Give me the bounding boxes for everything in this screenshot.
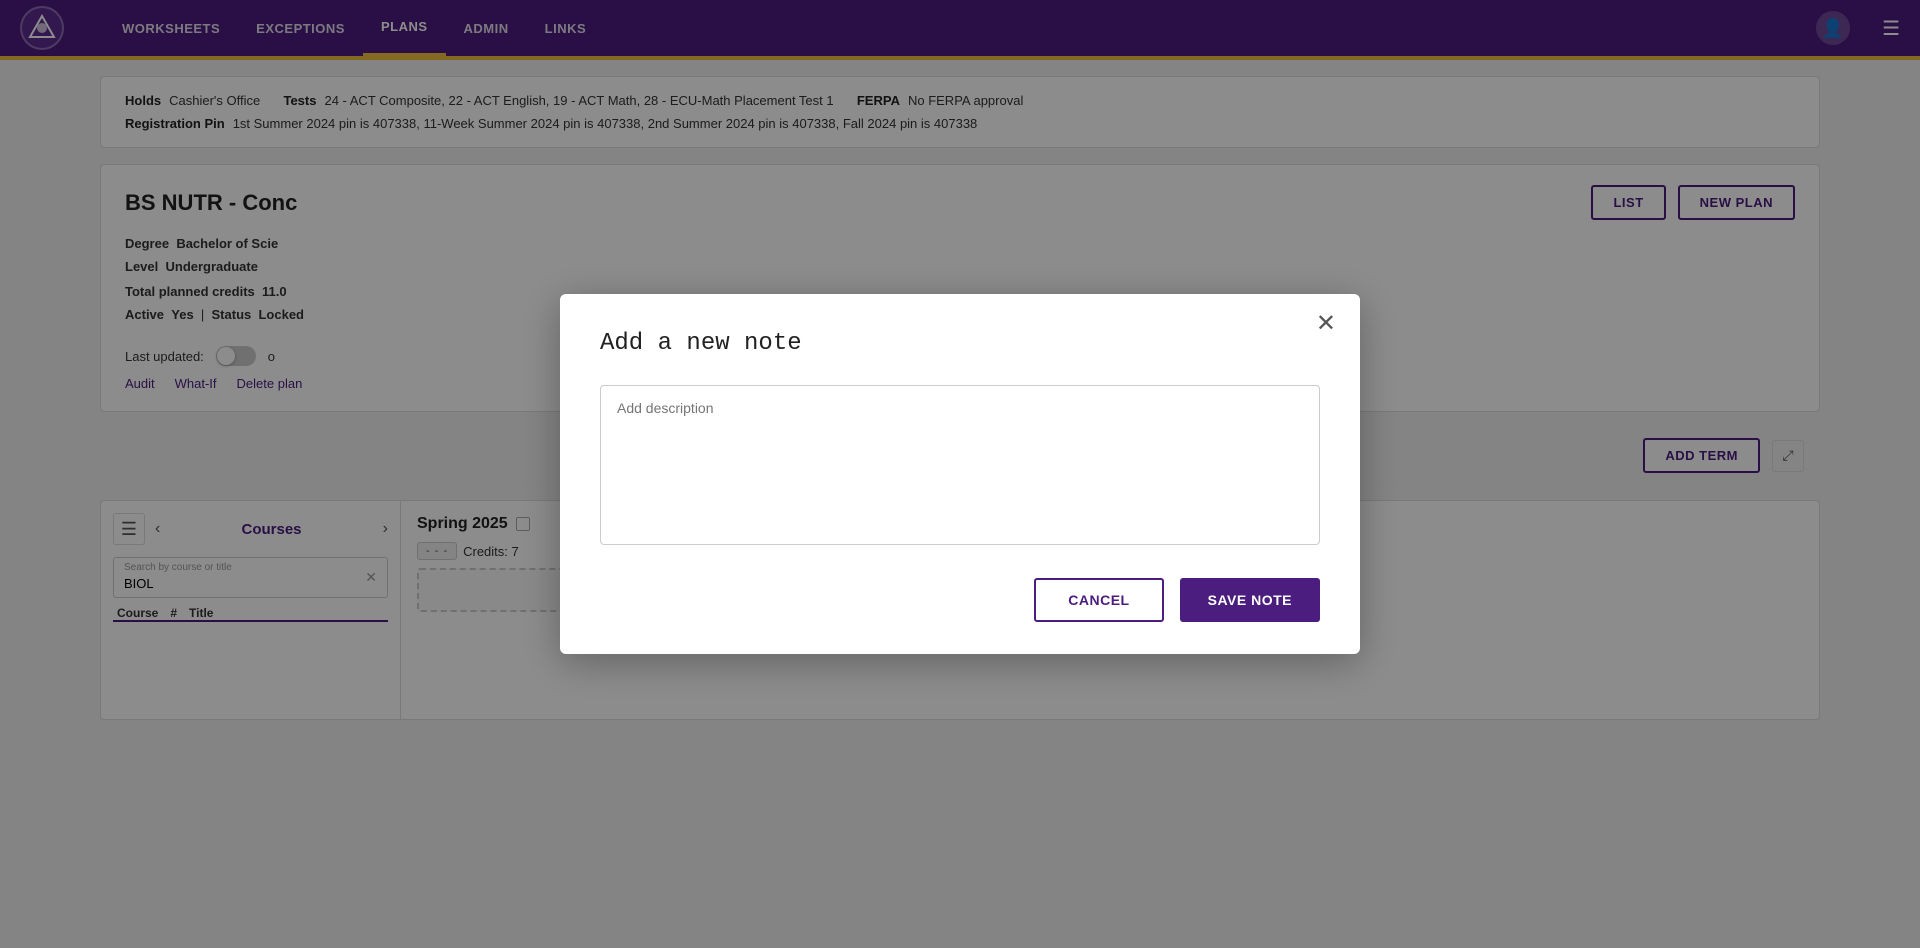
- save-note-button[interactable]: SAVE NOTE: [1180, 578, 1320, 622]
- modal-title: Add a new note: [600, 330, 1320, 357]
- cancel-button[interactable]: CANCEL: [1034, 578, 1163, 622]
- modal-dialog: Add a new note ✕ CANCEL SAVE NOTE: [560, 294, 1360, 654]
- modal-textarea[interactable]: [600, 385, 1320, 545]
- modal-footer: CANCEL SAVE NOTE: [600, 578, 1320, 622]
- modal-close-button[interactable]: ✕: [1316, 312, 1336, 336]
- modal-overlay[interactable]: Add a new note ✕ CANCEL SAVE NOTE: [0, 0, 1920, 948]
